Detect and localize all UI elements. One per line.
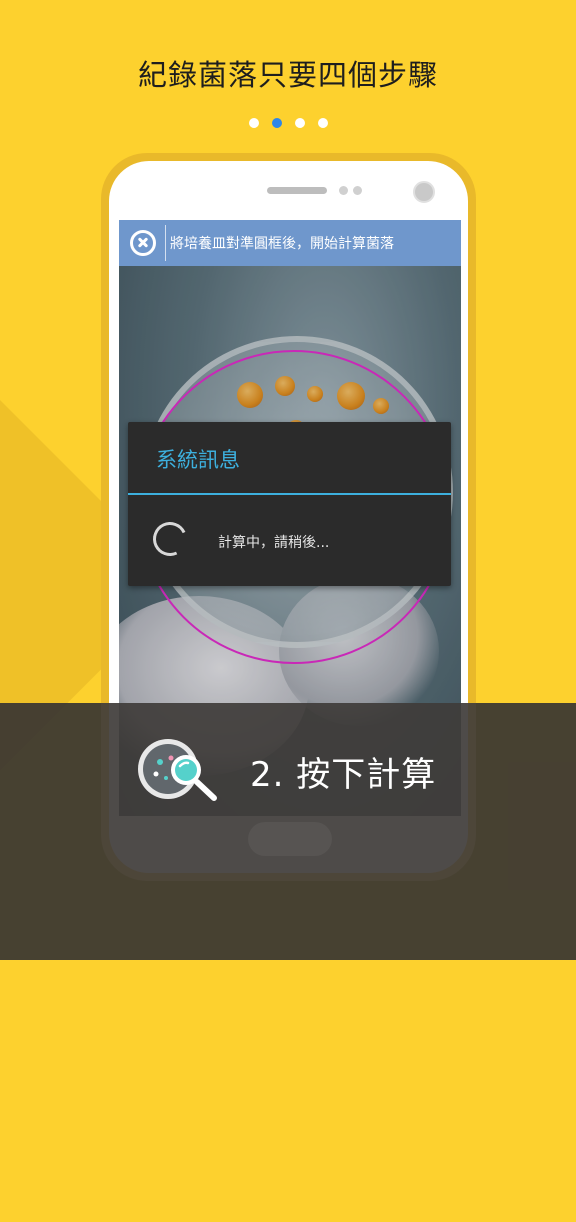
loading-spinner-icon: [148, 517, 192, 561]
phone-sensor: [339, 186, 348, 195]
phone-speaker: [267, 187, 327, 194]
instruction-text: 將培養皿對準圓框後，開始計算菌落: [170, 236, 394, 252]
dialog-divider: [128, 493, 451, 495]
close-icon[interactable]: [130, 230, 156, 256]
pager-dot[interactable]: [317, 118, 328, 128]
instruction-bar: 將培養皿對準圓框後，開始計算菌落: [119, 220, 461, 266]
pager-dot[interactable]: [294, 118, 305, 128]
pager-dot-active[interactable]: [271, 118, 282, 128]
pager-dots[interactable]: [0, 118, 576, 128]
phone-sensor: [353, 186, 362, 195]
system-message-dialog: 系統訊息 計算中，請稍後...: [128, 422, 451, 586]
dialog-message: 計算中，請稍後...: [218, 535, 330, 551]
instruction-divider: [165, 225, 166, 261]
phone-camera: [413, 181, 435, 203]
page-title: 紀錄菌落只要四個步驟: [137, 58, 438, 92]
phone-home-button: [248, 822, 332, 856]
dialog-title: 系統訊息: [156, 448, 240, 472]
pager-dot[interactable]: [248, 118, 259, 128]
